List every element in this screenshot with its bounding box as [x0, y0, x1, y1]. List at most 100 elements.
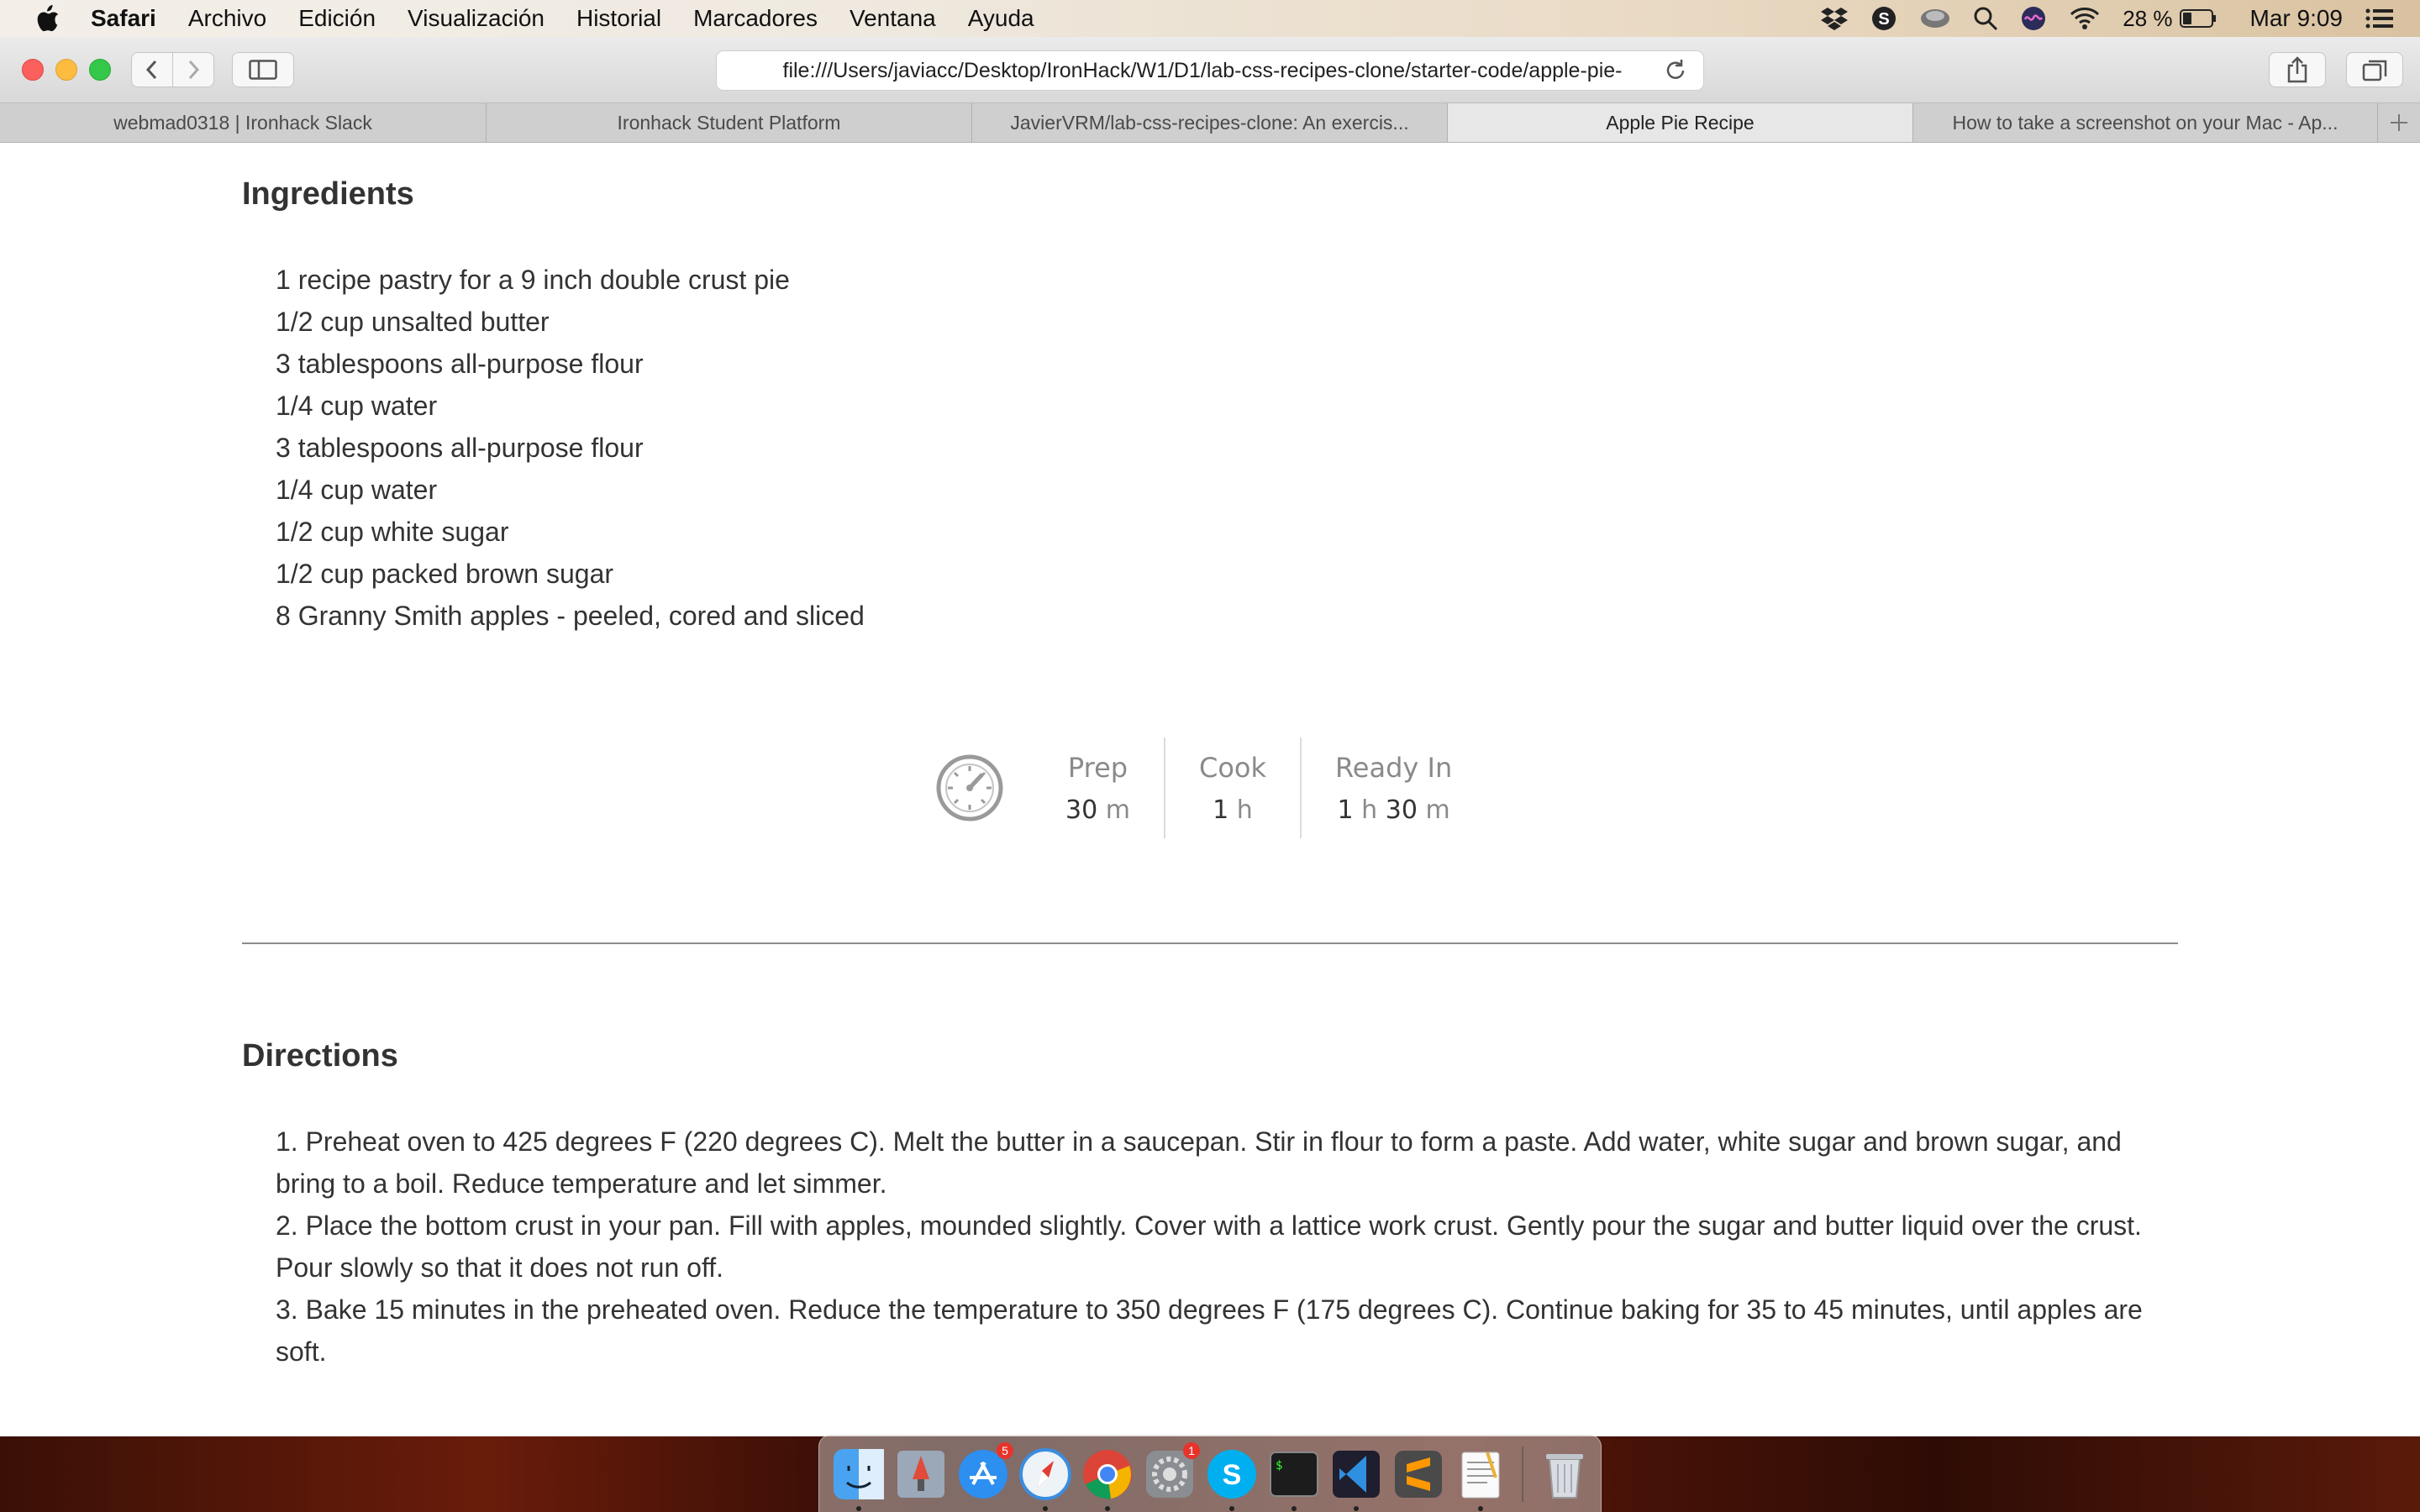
- menu-ayuda[interactable]: Ayuda: [968, 5, 1034, 32]
- ingredient-item: 1/4 cup water: [276, 391, 438, 421]
- tab-label: webmad0318 | Ironhack Slack: [113, 111, 372, 134]
- app-store-badge: 5: [997, 1441, 1013, 1459]
- cook-number: 1: [1213, 795, 1229, 825]
- siri-icon[interactable]: [2020, 5, 2047, 32]
- cook-label: Cook: [1198, 751, 1266, 784]
- notification-center-icon[interactable]: [2365, 7, 2395, 30]
- ingredient-item: 1/2 cup packed brown sugar: [276, 559, 614, 589]
- prep-time: Prep 30 m: [1032, 738, 1164, 838]
- tab-screenshot-help[interactable]: How to take a screenshot on your Mac - A…: [1913, 103, 2378, 142]
- tab-apple-pie-recipe[interactable]: Apple Pie Recipe: [1448, 103, 1913, 142]
- menu-bar: Safari Archivo Edición Visualización His…: [0, 0, 2420, 37]
- plus-icon: [2391, 114, 2407, 131]
- ready-hours-unit: h: [1361, 795, 1378, 825]
- tab-student-platform[interactable]: Ironhack Student Platform: [487, 103, 972, 142]
- tab-label: Ironhack Student Platform: [617, 111, 841, 134]
- menu-ventana[interactable]: Ventana: [850, 5, 936, 32]
- launchpad-icon[interactable]: [894, 1447, 948, 1501]
- running-indicator: [1043, 1505, 1048, 1511]
- running-indicator: [856, 1505, 861, 1511]
- dock: 5 1 S $: [818, 1435, 1602, 1512]
- reload-icon[interactable]: [1663, 58, 1688, 83]
- share-button[interactable]: [2269, 52, 2326, 87]
- spotlight-icon[interactable]: [1973, 6, 1998, 31]
- minimize-window-button[interactable]: [55, 59, 77, 81]
- tab-slack[interactable]: webmad0318 | Ironhack Slack: [0, 103, 487, 142]
- direction-step: 1. Preheat oven to 425 degrees F (220 de…: [276, 1126, 2122, 1199]
- svg-text:S: S: [1879, 10, 1890, 29]
- skype-icon[interactable]: S: [1870, 5, 1897, 32]
- ingredient-item: 1/4 cup water: [276, 475, 438, 505]
- tab-label: JavierVRM/lab-css-recipes-clone: An exer…: [1010, 111, 1409, 134]
- menu-visualizacion[interactable]: Visualización: [408, 5, 544, 32]
- ready-minutes-unit: m: [1425, 795, 1450, 825]
- url-text[interactable]: file:///Users/javiacc/Desktop/IronHack/W…: [717, 59, 1663, 83]
- vscode-icon[interactable]: [1329, 1447, 1383, 1511]
- sidebar-toggle-button[interactable]: [232, 52, 294, 87]
- tab-label: How to take a screenshot on your Mac - A…: [1952, 111, 2338, 134]
- trash-icon[interactable]: [1538, 1447, 1591, 1501]
- close-window-button[interactable]: [22, 59, 44, 81]
- chevron-right-icon: [188, 60, 200, 80]
- back-button[interactable]: [131, 52, 173, 87]
- running-indicator: [1292, 1505, 1297, 1511]
- cook-time: Cook 1 h: [1163, 738, 1300, 838]
- tab-github-repo[interactable]: JavierVRM/lab-css-recipes-clone: An exer…: [972, 103, 1448, 142]
- menu-clock[interactable]: Mar 9:09: [2250, 5, 2344, 32]
- zoom-window-button[interactable]: [89, 59, 111, 81]
- cook-value: 1 h: [1213, 795, 1253, 825]
- web-page: Ingredients 1 recipe pastry for a 9 inch…: [0, 143, 2420, 1436]
- dock-separator: [1522, 1446, 1523, 1502]
- finder-icon[interactable]: [832, 1447, 886, 1511]
- dropbox-icon[interactable]: [1820, 6, 1849, 31]
- ingredient-item: 1/2 cup unsalted butter: [276, 307, 550, 337]
- system-preferences-badge: 1: [1183, 1441, 1200, 1459]
- show-tabs-button[interactable]: [2346, 52, 2403, 87]
- terminal-icon[interactable]: $: [1267, 1447, 1321, 1511]
- forward-button[interactable]: [172, 52, 214, 87]
- address-bar[interactable]: file:///Users/javiacc/Desktop/IronHack/W…: [716, 50, 1704, 91]
- running-indicator: [1354, 1505, 1359, 1511]
- skype-app-icon[interactable]: S: [1205, 1447, 1259, 1511]
- menu-marcadores[interactable]: Marcadores: [693, 5, 818, 32]
- app-icon[interactable]: [1919, 6, 1951, 31]
- safari-icon[interactable]: [1018, 1447, 1072, 1511]
- section-divider: [242, 942, 2178, 944]
- menu-historial[interactable]: Historial: [576, 5, 661, 32]
- battery-percent: 28 %: [2123, 5, 2173, 31]
- timer-icon: [936, 754, 1003, 822]
- running-indicator: [1105, 1505, 1110, 1511]
- prep-unit: m: [1105, 795, 1130, 825]
- direction-step: 3. Bake 15 minutes in the preheated oven…: [276, 1294, 2143, 1367]
- battery-icon[interactable]: [2179, 8, 2217, 29]
- ready-minutes: 30: [1385, 795, 1418, 825]
- chrome-icon[interactable]: [1081, 1447, 1134, 1511]
- menu-app-name[interactable]: Safari: [91, 5, 156, 32]
- chevron-left-icon: [145, 60, 157, 80]
- app-store-icon[interactable]: 5: [956, 1441, 1013, 1501]
- recipe-times: Prep 30 m Cook 1 h Ready In 1 h 30 m: [934, 738, 1486, 838]
- ready-label: Ready In: [1335, 751, 1453, 784]
- browser-toolbar: file:///Users/javiacc/Desktop/IronHack/W…: [0, 37, 2420, 103]
- menu-edicion[interactable]: Edición: [298, 5, 376, 32]
- sidebar-icon: [249, 60, 277, 80]
- tabs-overview-icon: [2362, 60, 2387, 81]
- textedit-icon[interactable]: [1454, 1447, 1507, 1511]
- apple-menu-icon[interactable]: [34, 4, 60, 33]
- ingredient-item: 1/2 cup white sugar: [276, 517, 509, 547]
- running-indicator: [1478, 1505, 1483, 1511]
- ready-value: 1 h 30 m: [1338, 795, 1450, 825]
- cook-unit: h: [1236, 795, 1253, 825]
- system-preferences-icon[interactable]: 1: [1143, 1441, 1200, 1501]
- running-indicator: [1229, 1505, 1234, 1511]
- ingredient-item: 8 Granny Smith apples - peeled, cored an…: [276, 601, 865, 631]
- wifi-icon[interactable]: [2069, 6, 2101, 31]
- ready-time: Ready In 1 h 30 m: [1300, 738, 1486, 838]
- prep-label: Prep: [1067, 751, 1128, 784]
- menu-archivo[interactable]: Archivo: [188, 5, 266, 32]
- sublime-text-icon[interactable]: [1392, 1447, 1445, 1501]
- new-tab-button[interactable]: [2378, 103, 2420, 142]
- share-icon: [2287, 56, 2307, 83]
- svg-text:S: S: [1223, 1459, 1242, 1491]
- ingredient-list: 1 recipe pastry for a 9 inch double crus…: [276, 259, 865, 637]
